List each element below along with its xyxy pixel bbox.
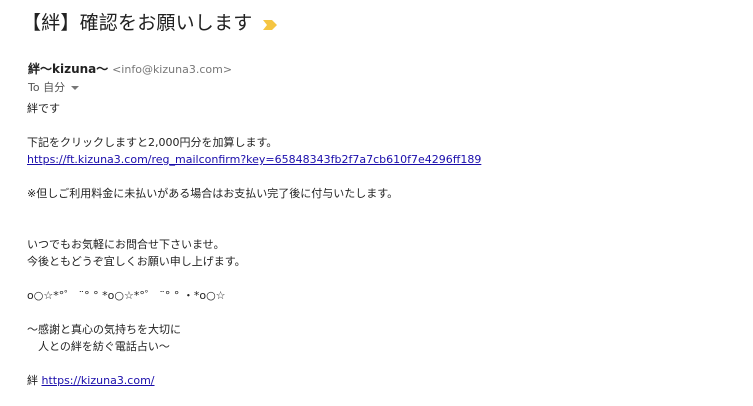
email-body: 絆です 下記をクリックしますと2,000円分を加算します。 https://ft… bbox=[27, 100, 727, 389]
greeting-text: 絆です bbox=[27, 102, 60, 115]
tagline-text-1: ～感謝と真心の気持ちを大切に bbox=[27, 323, 181, 336]
instruction-text: 下記をクリックしますと2,000円分を加算します。 bbox=[27, 136, 278, 149]
signature-line: 絆 https://kizuna3.com/ bbox=[27, 372, 727, 389]
importance-marker-icon[interactable] bbox=[262, 16, 278, 30]
email-subject: 【絆】確認をお願いします bbox=[22, 11, 253, 34]
closing-text-1: いつでもお気軽にお問合せ下さいませ。 bbox=[27, 238, 225, 251]
notice-text: ※但しご利用料金に未払いがある場合はお支払い完了後に付与いたします。 bbox=[27, 187, 399, 200]
decoration-text: o○☆*°゜ ¨° ° *o○☆*°゜ ¨° ° ・*o○☆ bbox=[27, 289, 226, 302]
tagline-text-2: 人との絆を紡ぐ電話占い～ bbox=[27, 340, 170, 353]
chevron-down-icon[interactable] bbox=[71, 86, 80, 90]
sender-row: 絆～kizuna～ <info@kizuna3.com> bbox=[28, 60, 232, 77]
sender-name[interactable]: 絆～kizuna～ bbox=[28, 62, 108, 76]
confirm-link[interactable]: https://ft.kizuna3.com/reg_mailconfirm?k… bbox=[27, 153, 481, 166]
sender-email: <info@kizuna3.com> bbox=[112, 63, 233, 76]
site-link[interactable]: https://kizuna3.com/ bbox=[42, 374, 155, 387]
signature-prefix: 絆 bbox=[27, 374, 38, 387]
email-subject-row: 【絆】確認をお願いします bbox=[22, 8, 278, 34]
closing-text-2: 今後ともどうぞ宜しくお願い申し上げます。 bbox=[27, 255, 246, 268]
recipient-label: To 自分 bbox=[28, 81, 66, 94]
recipient-row[interactable]: To 自分 bbox=[28, 79, 80, 95]
